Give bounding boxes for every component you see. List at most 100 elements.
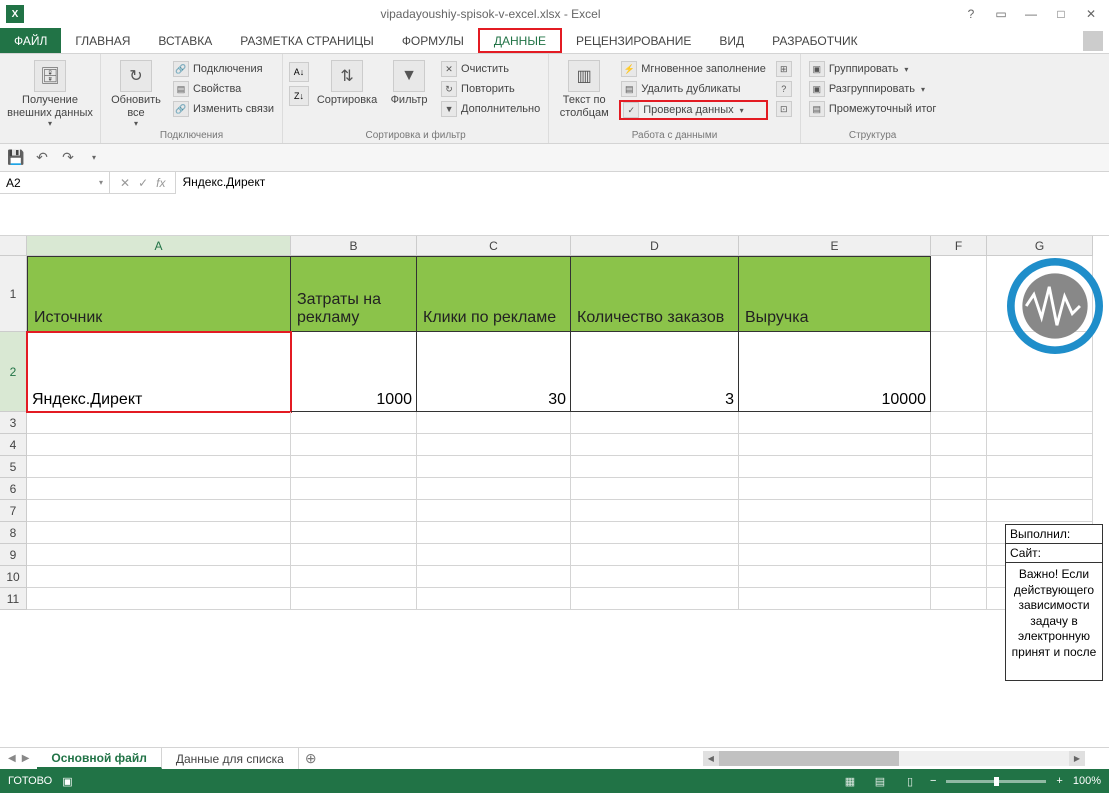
sheet-tab-list-data[interactable]: Данные для списка [162,748,299,769]
info-note[interactable]: Важно! Если действующего зависимости зад… [1005,563,1103,681]
cell-g3[interactable] [987,412,1093,434]
cell-a1[interactable]: Источник [27,256,291,332]
cell-b1[interactable]: Затраты на рекламу [291,256,417,332]
sort-asc-button[interactable]: A↓ [289,62,309,82]
row-header-6[interactable]: 6 [0,478,27,500]
zoom-slider[interactable] [946,780,1046,783]
row-header-1[interactable]: 1 [0,256,27,332]
row-header-11[interactable]: 11 [0,588,27,610]
cell-d4[interactable] [571,434,739,456]
remove-duplicates-button[interactable]: ▤Удалить дубликаты [619,80,768,98]
cell-d1[interactable]: Количество заказов [571,256,739,332]
cell-e1[interactable]: Выручка [739,256,931,332]
row-header-8[interactable]: 8 [0,522,27,544]
sort-button[interactable]: ⇅ Сортировка [315,56,379,107]
cell-a5[interactable] [27,456,291,478]
cell-e4[interactable] [739,434,931,456]
cell-e7[interactable] [739,500,931,522]
filter-button[interactable]: ▼ Фильтр [385,56,433,107]
cell-a7[interactable] [27,500,291,522]
view-page-layout-icon[interactable]: ▤ [870,773,890,789]
row-header-9[interactable]: 9 [0,544,27,566]
ribbon-options-icon[interactable]: ▭ [987,4,1015,24]
cell-f7[interactable] [931,500,987,522]
cell-c7[interactable] [417,500,571,522]
formula-bar[interactable]: Яндекс.Директ [176,172,1109,236]
cell-e9[interactable] [739,544,931,566]
cell-e11[interactable] [739,588,931,610]
cell-c10[interactable] [417,566,571,588]
cell-c4[interactable] [417,434,571,456]
redo-button[interactable]: ↷ [58,148,78,168]
cell-c1[interactable]: Клики по рекламе [417,256,571,332]
cell-f3[interactable] [931,412,987,434]
cell-b2[interactable]: 1000 [291,332,417,412]
cell-b3[interactable] [291,412,417,434]
cell-a11[interactable] [27,588,291,610]
cell-d9[interactable] [571,544,739,566]
cell-f9[interactable] [931,544,987,566]
cell-g7[interactable] [987,500,1093,522]
tab-data[interactable]: ДАННЫЕ [478,28,562,53]
cell-f11[interactable] [931,588,987,610]
tab-view[interactable]: ВИД [705,28,758,53]
macro-record-icon[interactable]: ▣ [62,775,72,788]
cell-c9[interactable] [417,544,571,566]
cell-c2[interactable]: 30 [417,332,571,412]
cell-b7[interactable] [291,500,417,522]
cell-b9[interactable] [291,544,417,566]
cell-d10[interactable] [571,566,739,588]
edit-links-button[interactable]: 🔗Изменить связи [171,100,276,118]
cell-b11[interactable] [291,588,417,610]
cell-g6[interactable] [987,478,1093,500]
properties-button[interactable]: ▤Свойства [171,80,276,98]
cell-f6[interactable] [931,478,987,500]
row-header-7[interactable]: 7 [0,500,27,522]
view-normal-icon[interactable]: ▦ [840,773,860,789]
cell-d8[interactable] [571,522,739,544]
cell-c8[interactable] [417,522,571,544]
qat-customize-button[interactable]: ▾ [84,148,104,168]
scroll-thumb[interactable] [719,751,899,766]
save-button[interactable]: 💾 [6,148,26,168]
cell-a10[interactable] [27,566,291,588]
ungroup-button[interactable]: ▣Разгруппировать▾ [807,80,939,98]
cell-e5[interactable] [739,456,931,478]
relationships-button[interactable]: ⊡ [774,100,794,118]
enter-formula-icon[interactable]: ✓ [138,176,148,190]
row-header-2[interactable]: 2 [0,332,27,412]
cell-a9[interactable] [27,544,291,566]
cell-b6[interactable] [291,478,417,500]
scroll-left-icon[interactable]: ◀ [703,751,719,766]
cell-a2[interactable]: Яндекс.Директ [27,332,291,412]
tab-developer[interactable]: РАЗРАБОТЧИК [758,28,872,53]
tab-home[interactable]: ГЛАВНАЯ [61,28,144,53]
tab-insert[interactable]: ВСТАВКА [144,28,226,53]
col-header-c[interactable]: C [417,236,571,256]
cell-f1[interactable] [931,256,987,332]
help-icon[interactable]: ? [957,4,985,24]
get-external-data-button[interactable]: 🗄 Получение внешних данных ▾ [6,56,94,128]
zoom-slider-thumb[interactable] [994,777,999,786]
refresh-all-button[interactable]: ↻ Обновить все ▾ [107,56,165,128]
add-sheet-button[interactable]: ⊕ [299,748,323,769]
cell-e2[interactable]: 10000 [739,332,931,412]
flash-fill-button[interactable]: ⚡Мгновенное заполнение [619,60,768,78]
cell-a8[interactable] [27,522,291,544]
cell-d5[interactable] [571,456,739,478]
cell-f8[interactable] [931,522,987,544]
cell-e8[interactable] [739,522,931,544]
col-header-a[interactable]: A [27,236,291,256]
connections-button[interactable]: 🔗Подключения [171,60,276,78]
cell-c11[interactable] [417,588,571,610]
tab-formulas[interactable]: ФОРМУЛЫ [388,28,478,53]
cell-d7[interactable] [571,500,739,522]
minimize-icon[interactable]: ― [1017,4,1045,24]
cell-d3[interactable] [571,412,739,434]
cell-b8[interactable] [291,522,417,544]
consolidate-button[interactable]: ⊞ [774,60,794,78]
tab-page-layout[interactable]: РАЗМЕТКА СТРАНИЦЫ [226,28,388,53]
text-to-columns-button[interactable]: ▥ Текст по столбцам [555,56,613,119]
col-header-e[interactable]: E [739,236,931,256]
scroll-right-icon[interactable]: ▶ [1069,751,1085,766]
